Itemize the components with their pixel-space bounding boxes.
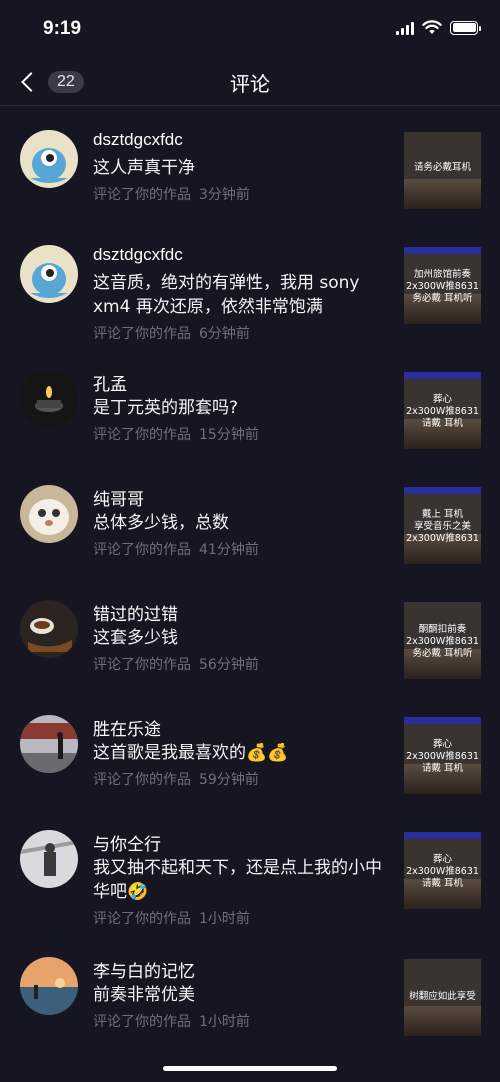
comment-action: 评论了你的作品	[93, 772, 191, 788]
battery-icon	[450, 20, 481, 35]
page-title: 评论	[230, 72, 270, 96]
comment-action: 评论了你的作品	[93, 326, 191, 342]
comment-author[interactable]: 错过的过错	[93, 600, 178, 625]
video-thumbnail[interactable]: 酮酮扣前奏 2x300W推8631 务必戴 耳机听	[404, 602, 481, 679]
home-indicator[interactable]	[163, 1066, 337, 1071]
comment-meta: 评论了你的作品 15分钟前	[93, 424, 259, 444]
comment-action: 评论了你的作品	[93, 1014, 191, 1030]
comment-meta: 评论了你的作品 1小时前	[93, 1011, 250, 1031]
list-item[interactable]: 纯哥哥 总体多少钱，总数 评论了你的作品 41分钟前 戴上 耳机 享受音乐之美 2…	[0, 467, 500, 582]
thumbnail-caption: 戴上 耳机 享受音乐之美 2x300W推8631	[406, 509, 479, 544]
avatar[interactable]	[20, 830, 78, 888]
thumbnail-caption: 葬心 2x300W推8631 请戴 耳机	[406, 394, 479, 429]
list-item[interactable]: 与你仝行 我又抽不起和天下，还是点上我的小中华吧🤣 评论了你的作品 1小时前 葬心…	[0, 812, 500, 939]
video-thumbnail[interactable]: 树翻应如此享受	[404, 959, 481, 1036]
list-item[interactable]: dsztdgcxfdc 这人声真干净 评论了你的作品 3分钟前 请务必戴耳机	[0, 112, 500, 227]
comment-author[interactable]: 胜在乐途	[93, 715, 161, 740]
video-thumbnail[interactable]: 葬心 2x300W推8631 请戴 耳机	[404, 717, 481, 794]
comment-meta: 评论了你的作品 41分钟前	[93, 539, 259, 559]
video-thumbnail[interactable]: 葬心 2x300W推8631 请戴 耳机	[404, 832, 481, 909]
comment-time: 56分钟前	[199, 657, 259, 673]
comment-text: 前奏非常优美	[93, 985, 195, 1005]
comment-time: 1小时前	[199, 911, 250, 927]
comment-author[interactable]: 与你仝行	[93, 830, 161, 855]
comment-action: 评论了你的作品	[93, 187, 191, 203]
comment-author[interactable]: 孔孟	[93, 370, 127, 395]
comment-meta: 评论了你的作品 6分钟前	[93, 323, 250, 343]
comment-text: 我又抽不起和天下，还是点上我的小中华吧🤣	[93, 858, 382, 902]
avatar[interactable]	[20, 485, 78, 543]
comment-meta: 评论了你的作品 1小时前	[93, 908, 250, 928]
comment-list: dsztdgcxfdc 这人声真干净 评论了你的作品 3分钟前 请务必戴耳机 ds…	[0, 112, 500, 1054]
video-thumbnail[interactable]: 戴上 耳机 享受音乐之美 2x300W推8631	[404, 487, 481, 564]
comment-text: 是丁元英的那套吗?	[93, 398, 239, 418]
comment-meta: 评论了你的作品 59分钟前	[93, 769, 259, 789]
comment-action: 评论了你的作品	[93, 542, 191, 558]
comment-text: 这首歌是我最喜欢的💰💰	[93, 743, 289, 763]
cellular-signal-icon	[396, 21, 414, 35]
comment-time: 1小时前	[199, 1014, 250, 1030]
comment-author[interactable]: 李与白的记忆	[93, 957, 195, 982]
video-thumbnail[interactable]: 葬心 2x300W推8631 请戴 耳机	[404, 372, 481, 449]
thumbnail-caption: 酮酮扣前奏 2x300W推8631 务必戴 耳机听	[406, 624, 479, 659]
list-item[interactable]: 孔孟 是丁元英的那套吗? 评论了你的作品 15分钟前 葬心 2x300W推8631…	[0, 352, 500, 467]
list-item[interactable]: 胜在乐途 这首歌是我最喜欢的💰💰 评论了你的作品 59分钟前 葬心 2x300W推…	[0, 697, 500, 812]
comment-text: 这人声真干净	[93, 158, 195, 178]
comment-time: 41分钟前	[199, 542, 259, 558]
list-item[interactable]: 李与白的记忆 前奏非常优美 评论了你的作品 1小时前 树翻应如此享受	[0, 939, 500, 1054]
comment-text: 这音质，绝对的有弹性，我用 sony xm4 再次还原，依然非常饱满	[93, 273, 360, 317]
wifi-icon	[422, 20, 442, 34]
comment-text: 总体多少钱，总数	[93, 513, 229, 533]
comment-meta: 评论了你的作品 3分钟前	[93, 184, 250, 204]
comment-time: 59分钟前	[199, 772, 259, 788]
status-time: 9:19	[43, 18, 82, 39]
video-thumbnail[interactable]: 加州旅馆前奏 2x300W推8631 务必戴 耳机听	[404, 247, 481, 324]
comment-action: 评论了你的作品	[93, 911, 191, 927]
thumbnail-caption: 葬心 2x300W推8631 请戴 耳机	[406, 739, 479, 774]
status-bar: 9:19	[0, 0, 500, 58]
comment-time: 15分钟前	[199, 427, 259, 443]
comment-meta: 评论了你的作品 56分钟前	[93, 654, 259, 674]
comment-time: 3分钟前	[199, 187, 250, 203]
comment-author[interactable]: dsztdgcxfdc	[93, 130, 183, 150]
thumbnail-caption: 加州旅馆前奏 2x300W推8631 务必戴 耳机听	[406, 269, 479, 304]
thumbnail-caption: 葬心 2x300W推8631 请戴 耳机	[406, 854, 479, 889]
list-item[interactable]: dsztdgcxfdc 这音质，绝对的有弹性，我用 sony xm4 再次还原，…	[0, 227, 500, 352]
comment-time: 6分钟前	[199, 326, 250, 342]
nav-bar: 22 评论	[0, 58, 500, 106]
status-icons	[396, 20, 481, 35]
comment-action: 评论了你的作品	[93, 427, 191, 443]
avatar[interactable]	[20, 957, 78, 1015]
thumbnail-caption: 请务必戴耳机	[413, 162, 471, 173]
video-thumbnail[interactable]: 请务必戴耳机	[404, 132, 481, 209]
avatar[interactable]	[20, 370, 78, 428]
avatar[interactable]	[20, 245, 78, 303]
list-item[interactable]: 错过的过错 这套多少钱 评论了你的作品 56分钟前 酮酮扣前奏 2x300W推86…	[0, 582, 500, 697]
avatar[interactable]	[20, 600, 78, 658]
comment-author[interactable]: dsztdgcxfdc	[93, 245, 183, 265]
comment-action: 评论了你的作品	[93, 657, 191, 673]
avatar[interactable]	[20, 130, 78, 188]
comment-text: 这套多少钱	[93, 628, 178, 648]
avatar[interactable]	[20, 715, 78, 773]
thumbnail-caption: 树翻应如此享受	[409, 991, 476, 1002]
comment-author[interactable]: 纯哥哥	[93, 485, 144, 510]
